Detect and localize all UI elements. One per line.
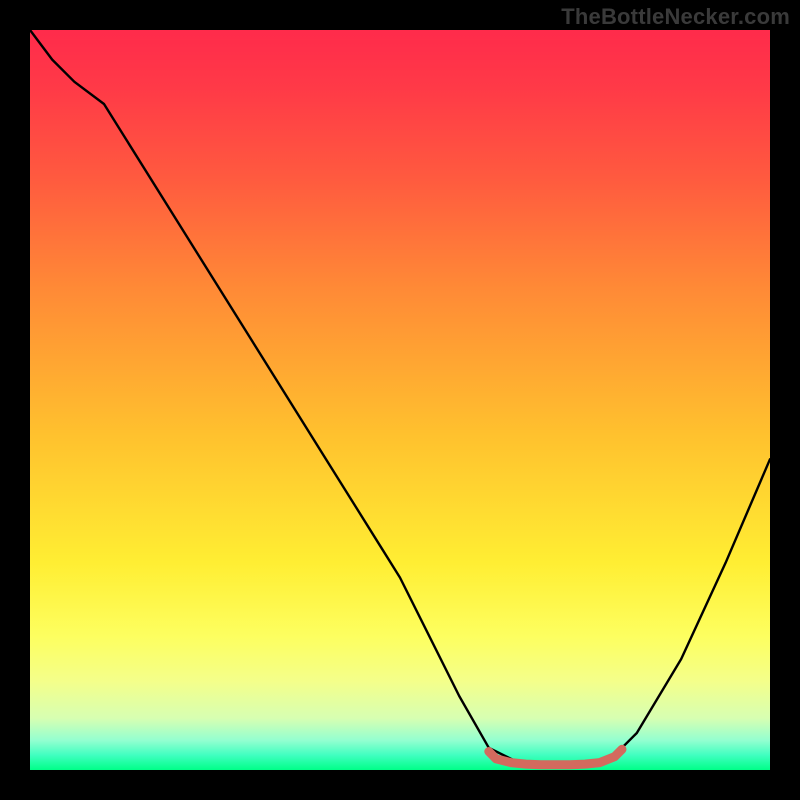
- curve-layer: [30, 30, 770, 770]
- watermark-text: TheBottleNecker.com: [561, 4, 790, 30]
- chart-frame: TheBottleNecker.com: [0, 0, 800, 800]
- plot-area: [30, 30, 770, 770]
- bottleneck-curve: [30, 30, 770, 766]
